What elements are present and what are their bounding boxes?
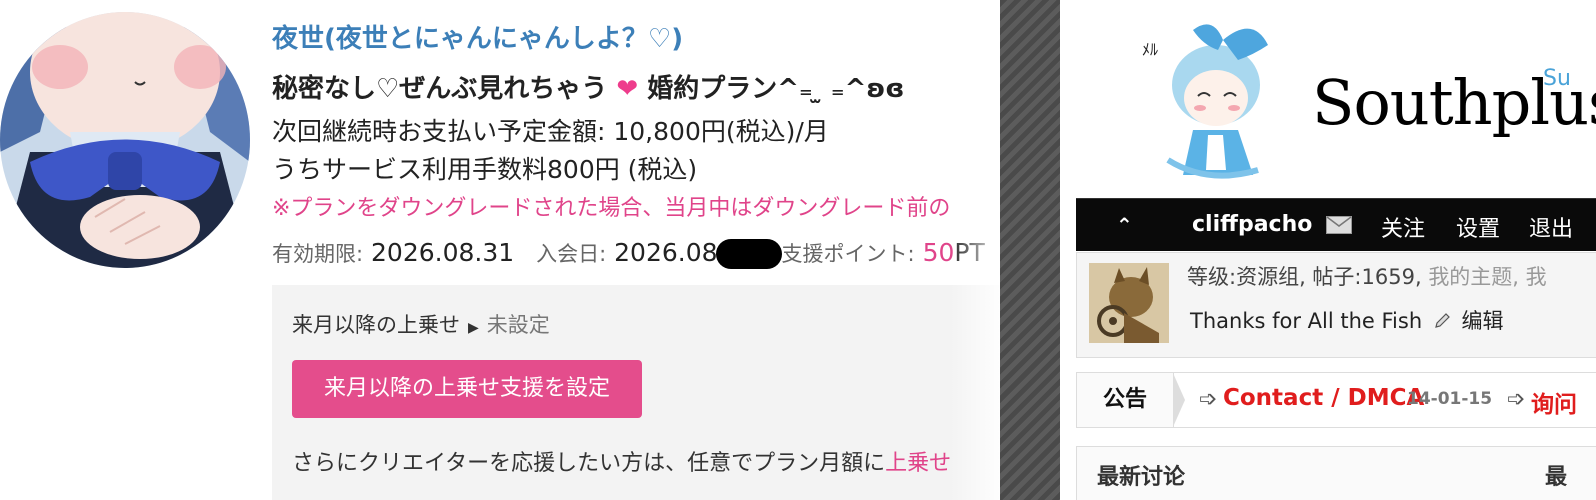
creator-name-link[interactable]: 夜世(夜世とにゃんにゃんしよ？♡)	[272, 18, 683, 55]
support-text-body: さらにクリエイターを応援したい方は、任意でプラン月額に	[292, 451, 886, 476]
cirno-mascot-image: ﾒﾙ	[1142, 24, 1268, 179]
svg-text:ﾒﾙ: ﾒﾙ	[1142, 40, 1158, 59]
user-info-box: 等级:资源组, 帖子:1659, 我的主题, 我 Thanks for All …	[1076, 252, 1596, 358]
chevron-up-icon[interactable]: ⌃	[1116, 213, 1133, 237]
site-logo-superscript: Su	[1543, 66, 1571, 91]
nav-logout[interactable]: 退出	[1529, 211, 1573, 243]
creator-avatar[interactable]	[0, 12, 250, 268]
boost-value: 未設定	[486, 313, 550, 337]
window-edge-shadow	[950, 0, 1000, 500]
announcement-date: 14-01-15	[1407, 389, 1493, 409]
username-link[interactable]: cliffpacho	[1192, 212, 1312, 237]
support-boost-link[interactable]: 上乗せ	[885, 451, 951, 476]
edit-signature-link[interactable]: 编辑	[1462, 309, 1504, 333]
points-label: 支援ポイント:	[781, 242, 915, 266]
mail-icon[interactable]	[1326, 216, 1352, 234]
heart-icon: ❤	[616, 74, 639, 104]
expiry-label: 有効期限:	[272, 242, 364, 266]
arrow-right-icon: ➩	[1199, 387, 1218, 412]
nav-follow[interactable]: 关注	[1381, 211, 1425, 243]
latest-discussions-title: 最新讨论	[1097, 465, 1186, 490]
support-text: さらにクリエイターを応援したい方は、任意でプラン月額に上乗せ	[292, 445, 951, 477]
announcement-link-inquiry[interactable]: 询问	[1531, 385, 1577, 419]
announcement-label-arrow	[1173, 373, 1185, 427]
expiry-value: 2026.08.31	[371, 238, 515, 267]
top-navbar: ⌃ cliffpacho 关注 设置 退出	[1076, 198, 1596, 251]
my-topics-link[interactable]: 我的主题, 我	[1428, 265, 1546, 289]
pencil-icon[interactable]	[1433, 312, 1451, 330]
announcement-link-contact[interactable]: Contact / DMCA	[1223, 385, 1424, 411]
user-signature: Thanks for All the Fish	[1190, 309, 1423, 333]
user-level-posts: 等级:资源组, 帖子:1659,	[1187, 265, 1422, 289]
plan-meta-row: 有効期限: 2026.08.31 入会日: 2026.08支援ポイント: 50P…	[272, 238, 985, 269]
arrow-right-icon: ➩	[1507, 387, 1526, 412]
next-payment-amount: 次回継続時お支払い予定金額: 10,800円(税込)/月	[272, 117, 829, 146]
anime-avatar-image	[0, 12, 250, 268]
joined-value: 2026.08	[614, 238, 718, 267]
plan-title: 秘密なし♡ぜんぶ見れちゃう ❤ 婚約プラン^₌ ̫ ₌^ʚɞ	[272, 68, 904, 105]
background-stripe-divider	[1000, 0, 1060, 500]
boost-status-row[interactable]: 来月以降の上乗せ ▶ 未設定	[292, 309, 550, 339]
caret-right-icon: ▶	[468, 320, 479, 336]
service-fee: うちサービス利用手数料800円 (税込)	[272, 155, 698, 184]
set-boost-button[interactable]: 来月以降の上乗せ支援を設定	[292, 360, 642, 418]
user-signature-row: Thanks for All the Fish 编辑	[1190, 305, 1504, 335]
redaction-mark	[715, 239, 782, 269]
user-avatar[interactable]	[1089, 263, 1169, 343]
latest-right-title: 最	[1545, 465, 1568, 490]
plan-title-suffix: 婚約プラン^₌ ̫ ₌^ʚɞ	[647, 74, 905, 104]
boost-label: 来月以降の上乗せ	[292, 313, 460, 337]
joined-label: 入会日:	[536, 242, 607, 266]
nav-settings[interactable]: 设置	[1456, 211, 1500, 243]
plan-title-prefix: 秘密なし♡ぜんぶ見れちゃう	[272, 74, 608, 104]
boost-support-box: 来月以降の上乗せ ▶ 未設定 来月以降の上乗せ支援を設定 さらにクリエイターを応援し…	[272, 285, 1000, 500]
fanbox-plan-panel: 夜世(夜世とにゃんにゃんしよ？♡) 秘密なし♡ぜんぶ見れちゃう ❤ 婚約プラン^…	[0, 0, 1000, 500]
announcement-bar: 公告 ➩ Contact / DMCA 14-01-15 ➩ 询问	[1076, 372, 1596, 428]
user-stats: 等级:资源组, 帖子:1659, 我的主题, 我	[1187, 261, 1547, 291]
latest-discussions-header: 最新讨论 最	[1076, 446, 1596, 500]
forum-panel: ﾒﾙ Southplus Su ⌃ cliffpacho 关注 设置 退出 等级…	[1060, 0, 1596, 500]
downgrade-note: ※プランをダウングレードされた場合、当月中はダウングレード前の	[272, 196, 951, 221]
announcement-label: 公告	[1077, 373, 1174, 427]
